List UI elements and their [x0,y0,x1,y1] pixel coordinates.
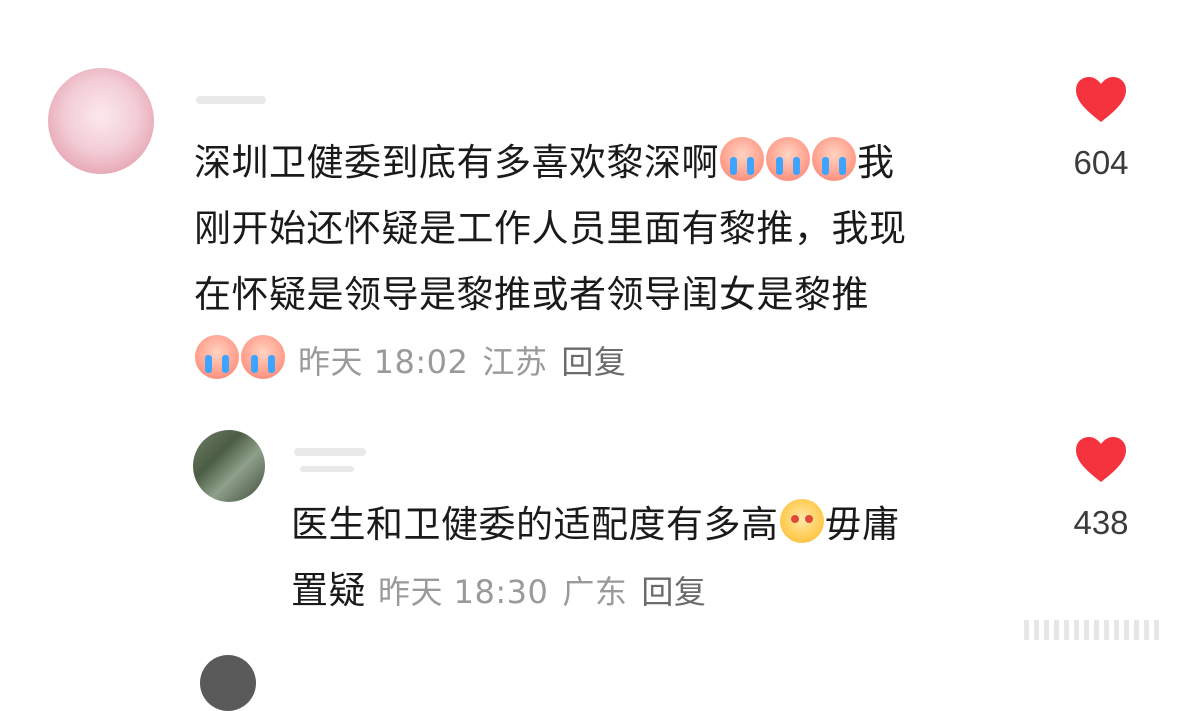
username-redacted [196,96,266,104]
comment-text: 深圳卫健委到底有多喜欢黎深啊我 刚开始还怀疑是工作人员里面有黎推，我现 在怀疑是… [194,130,1024,395]
like-count: 604 [1073,144,1129,181]
avatar[interactable] [48,68,154,174]
username-redacted [294,448,366,456]
like-button[interactable]: 438 [1061,436,1141,542]
happy-emoji-icon [779,499,824,543]
avatar[interactable] [193,430,265,502]
comment-line: 医生和卫健委的适配度有多高 毋庸 [291,492,1011,558]
comment-time: 昨天 18:02 [298,343,469,381]
comment-line: 在怀疑是领导是黎推或者领导闺女是黎推 [194,273,869,316]
comment-line: 昨天 18:02 江苏 回复 [194,328,1024,395]
comment-line: 置疑 昨天 18:30 广东 回复 [291,558,1011,625]
crying-emoji-icon [720,137,764,181]
heart-icon [1076,77,1126,122]
crying-emoji-icon [195,335,239,379]
crying-emoji-icon [812,137,856,181]
avatar[interactable] [200,655,256,711]
reply-button[interactable]: 回复 [561,343,626,381]
heart-icon [1076,437,1126,482]
comment-meta: 昨天 18:30 广东 回复 [378,573,720,611]
watermark [1024,620,1164,640]
comment-meta: 昨天 18:02 江苏 回复 [298,343,640,381]
comment-location: 江苏 [482,343,548,381]
comment-text: 医生和卫健委的适配度有多高 毋庸 置疑 昨天 18:30 广东 回复 [291,492,1011,625]
like-count: 438 [1073,504,1129,541]
comment-location: 广东 [562,573,628,611]
comment-time: 昨天 18:30 [378,573,549,611]
crying-emoji-icon [766,137,810,181]
username-redacted [300,466,354,472]
reply-button[interactable]: 回复 [641,573,706,611]
comment-line: 刚开始还怀疑是工作人员里面有黎推，我现 [194,207,907,250]
crying-emoji-icon [241,335,285,379]
like-button[interactable]: 604 [1061,76,1141,182]
comment-line: 深圳卫健委到底有多喜欢黎深啊我 [194,130,1024,196]
